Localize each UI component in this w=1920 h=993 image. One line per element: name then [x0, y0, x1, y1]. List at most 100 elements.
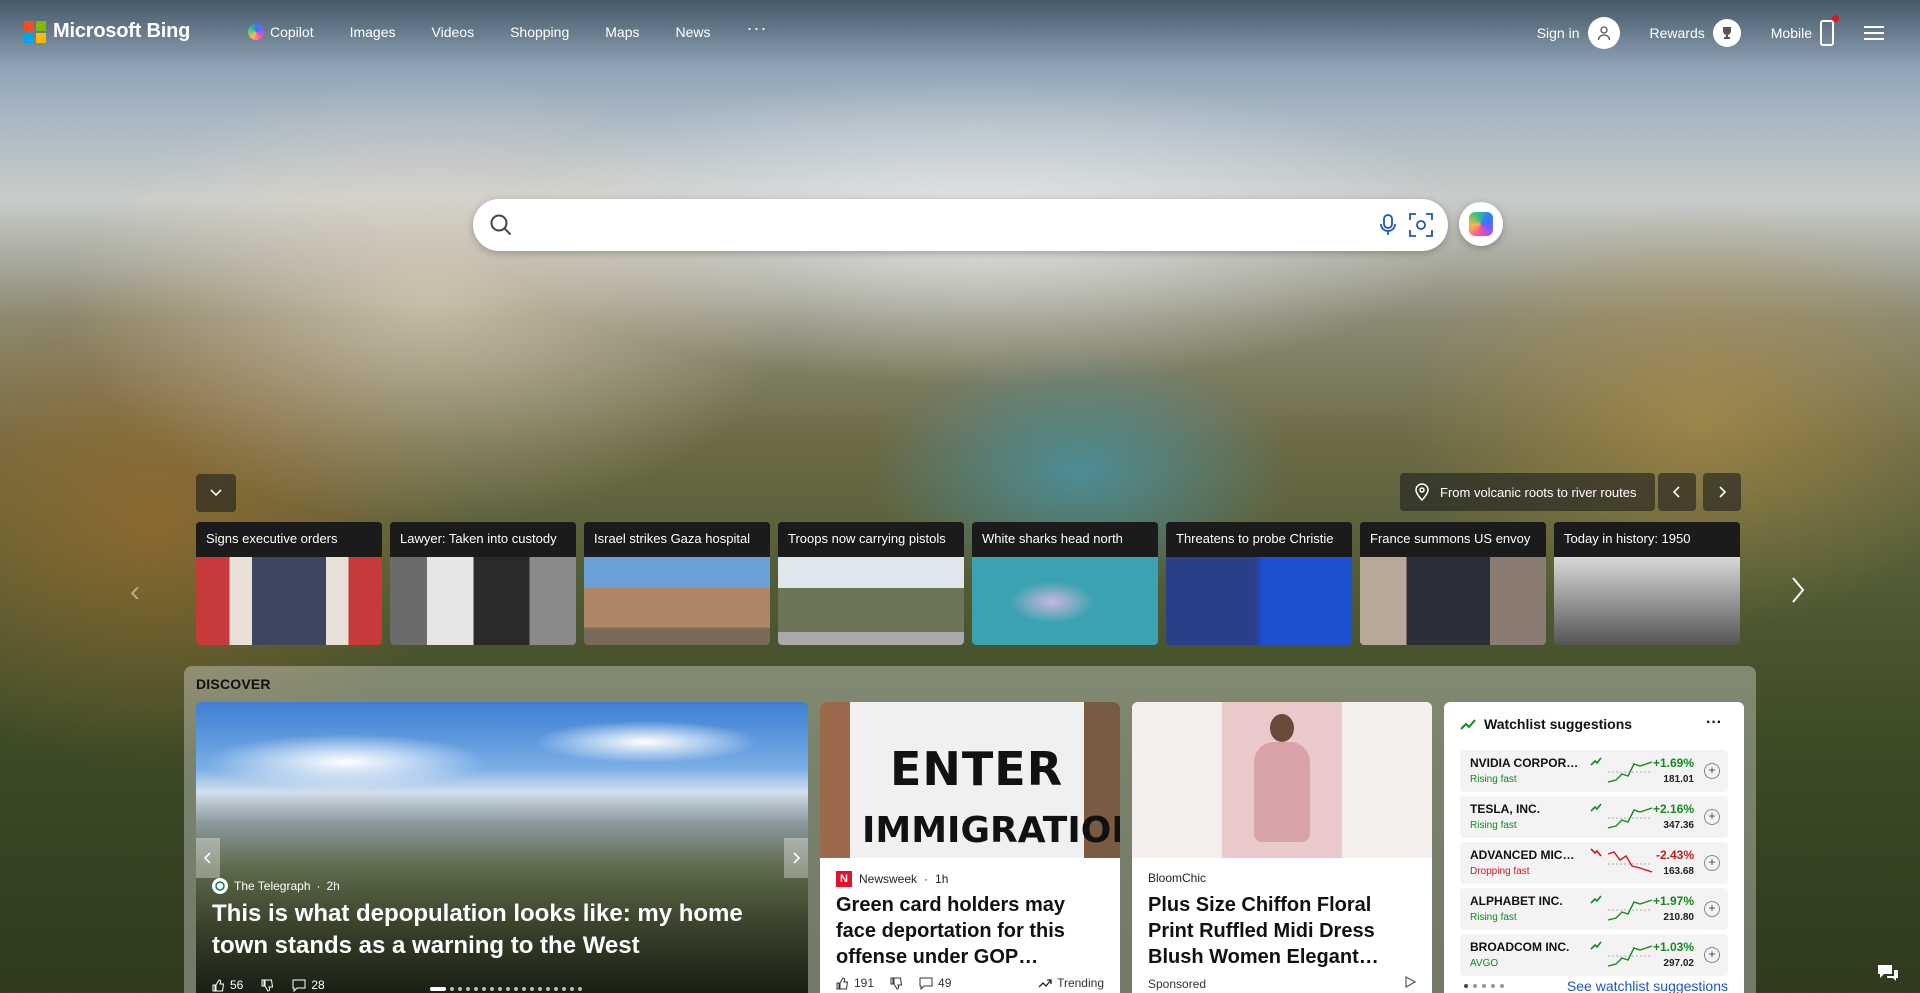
news-card-headline[interactable]: Green card holders may face deportation …	[836, 892, 1106, 970]
search-icon[interactable]	[489, 213, 513, 242]
image-location-button[interactable]: From volcanic roots to river routes	[1400, 473, 1655, 511]
sponsored-card-bloomchic[interactable]: BloomChic Plus Size Chiffon Floral Print…	[1132, 702, 1432, 993]
sign-text-top: ENTER	[890, 742, 1064, 796]
main-nav: Copilot Images Videos Shopping Maps News…	[248, 18, 803, 40]
chevron-down-icon	[210, 489, 222, 497]
dislike-button[interactable]	[890, 977, 903, 990]
search-box	[473, 199, 1448, 251]
news-card-newsweek[interactable]: ENTER IMMIGRATION N Newsweek · 1h Green …	[820, 702, 1120, 993]
add-to-watchlist-button[interactable]: +	[1704, 855, 1720, 871]
dislike-button[interactable]	[261, 978, 274, 992]
nav-news[interactable]: News	[675, 24, 710, 40]
nav-copilot[interactable]: Copilot	[248, 24, 314, 40]
nav-more-button[interactable]: ···	[747, 18, 768, 39]
nav-label: Copilot	[270, 24, 314, 40]
search-input[interactable]	[527, 209, 1327, 241]
microphone-icon[interactable]	[1378, 213, 1398, 242]
source-name: Newsweek	[859, 872, 918, 886]
carousel-prev-button[interactable]: ‹	[130, 575, 140, 609]
ad-headline[interactable]: Plus Size Chiffon Floral Print Ruffled M…	[1148, 892, 1418, 970]
chevron-left-icon	[1672, 486, 1680, 498]
nav-maps[interactable]: Maps	[605, 24, 639, 40]
carousel-card[interactable]: France summons US envoy	[1360, 522, 1546, 645]
add-to-watchlist-button[interactable]: +	[1704, 763, 1720, 779]
hero-headline[interactable]: This is what depopulation looks like: my…	[212, 898, 772, 962]
hero-news-card[interactable]: The Telegraph · 2h This is what depopula…	[196, 702, 808, 993]
next-image-button[interactable]	[1703, 473, 1741, 511]
like-count: 191	[854, 976, 875, 990]
like-button[interactable]: 191	[836, 976, 874, 990]
watchlist-row[interactable]: ADVANCED MIC… Dropping fast -2.43% 163.68 +	[1460, 842, 1728, 884]
sign-in-label: Sign in	[1536, 25, 1580, 41]
stock-sparkline	[1607, 761, 1653, 783]
brand-name: Microsoft Bing	[53, 20, 191, 42]
carousel-card[interactable]: Lawyer: Taken into custody	[390, 522, 576, 645]
watchlist-row[interactable]: TESLA, INC. Rising fast +2.16% 347.36 +	[1460, 796, 1728, 838]
add-to-watchlist-button[interactable]: +	[1704, 947, 1720, 963]
chevron-left-icon	[204, 852, 211, 864]
ad-source: BloomChic	[1148, 871, 1206, 885]
news-card-footer: 191 49 Trending	[836, 976, 1104, 990]
watchlist-pagination	[1464, 984, 1504, 988]
stock-status: AVGO	[1470, 958, 1499, 969]
watchlist-row[interactable]: BROADCOM INC. AVGO +1.03% 297.02 +	[1460, 934, 1728, 976]
feedback-icon[interactable]	[1876, 962, 1900, 989]
user-avatar-icon	[1587, 17, 1620, 49]
copilot-button[interactable]	[1459, 202, 1503, 246]
like-button[interactable]: 56	[212, 978, 243, 992]
hero-next-button[interactable]	[784, 838, 808, 878]
menu-icon[interactable]	[1864, 26, 1884, 40]
nav-videos[interactable]: Videos	[432, 24, 475, 40]
stock-price: 210.80	[1663, 912, 1694, 923]
stock-price: 181.01	[1663, 774, 1694, 785]
newsweek-logo-icon: N	[836, 871, 852, 887]
mobile-button[interactable]: Mobile	[1771, 15, 1839, 46]
nav-shopping[interactable]: Shopping	[510, 24, 569, 40]
stock-change: -2.43%	[1655, 848, 1694, 862]
stock-sparkline	[1607, 945, 1653, 967]
comments-button[interactable]: 49	[919, 976, 951, 990]
top-bar: Microsoft Bing Copilot Images Videos Sho…	[0, 0, 1920, 66]
watchlist-row[interactable]: ALPHABET INC. Rising fast +1.97% 210.80 +	[1460, 888, 1728, 930]
trending-icon	[1038, 979, 1052, 988]
carousel-card[interactable]: Threatens to probe Christie	[1166, 522, 1352, 645]
like-count: 56	[230, 978, 244, 992]
discover-section: DISCOVER The Telegraph · 2h This is what…	[184, 666, 1756, 993]
watchlist-rows: NVIDIA CORPOR… Rising fast +1.69% 181.01 + TE…	[1460, 750, 1728, 980]
dress-head	[1270, 714, 1294, 742]
stock-name: BROADCOM INC.	[1470, 940, 1570, 954]
add-to-watchlist-button[interactable]: +	[1704, 809, 1720, 825]
copilot-icon	[248, 24, 264, 40]
carousel-card-title: Signs executive orders	[196, 522, 382, 557]
carousel-card-image	[584, 557, 770, 645]
see-watchlist-link[interactable]: See watchlist suggestions	[1567, 978, 1728, 993]
previous-image-button[interactable]	[1658, 473, 1696, 511]
carousel-card[interactable]: Israel strikes Gaza hospital	[584, 522, 770, 645]
watchlist-more-button[interactable]: ···	[1706, 714, 1722, 732]
carousel-card[interactable]: White sharks head north	[972, 522, 1158, 645]
ad-choices-icon[interactable]	[1404, 975, 1417, 991]
watchlist-row[interactable]: NVIDIA CORPOR… Rising fast +1.69% 181.01 +	[1460, 750, 1728, 792]
stock-price: 347.36	[1663, 820, 1694, 831]
comments-button[interactable]: 28	[292, 978, 325, 992]
carousel-card[interactable]: Today in history: 1950	[1554, 522, 1740, 645]
sign-in-button[interactable]: Sign in	[1537, 17, 1620, 49]
add-to-watchlist-button[interactable]: +	[1704, 901, 1720, 917]
dress-figure	[1254, 742, 1310, 842]
collapse-button[interactable]	[196, 474, 236, 512]
hero-prev-button[interactable]	[196, 838, 220, 878]
comment-icon	[919, 977, 933, 990]
sponsored-label: Sponsored	[1148, 976, 1207, 991]
rewards-button[interactable]: Rewards	[1650, 19, 1741, 47]
visual-search-icon[interactable]	[1408, 212, 1434, 243]
source-name: The Telegraph	[234, 879, 311, 893]
carousel-card[interactable]: Signs executive orders	[196, 522, 382, 645]
carousel-card-title: Threatens to probe Christie	[1166, 522, 1352, 557]
bing-logo[interactable]: Microsoft Bing	[24, 20, 190, 43]
carousel-next-button[interactable]	[1790, 575, 1806, 610]
carousel-card[interactable]: Troops now carrying pistols	[778, 522, 964, 645]
stock-status: Dropping fast	[1470, 866, 1530, 877]
carousel-card-image	[778, 557, 964, 645]
comment-count: 28	[311, 978, 325, 992]
nav-images[interactable]: Images	[350, 24, 396, 40]
